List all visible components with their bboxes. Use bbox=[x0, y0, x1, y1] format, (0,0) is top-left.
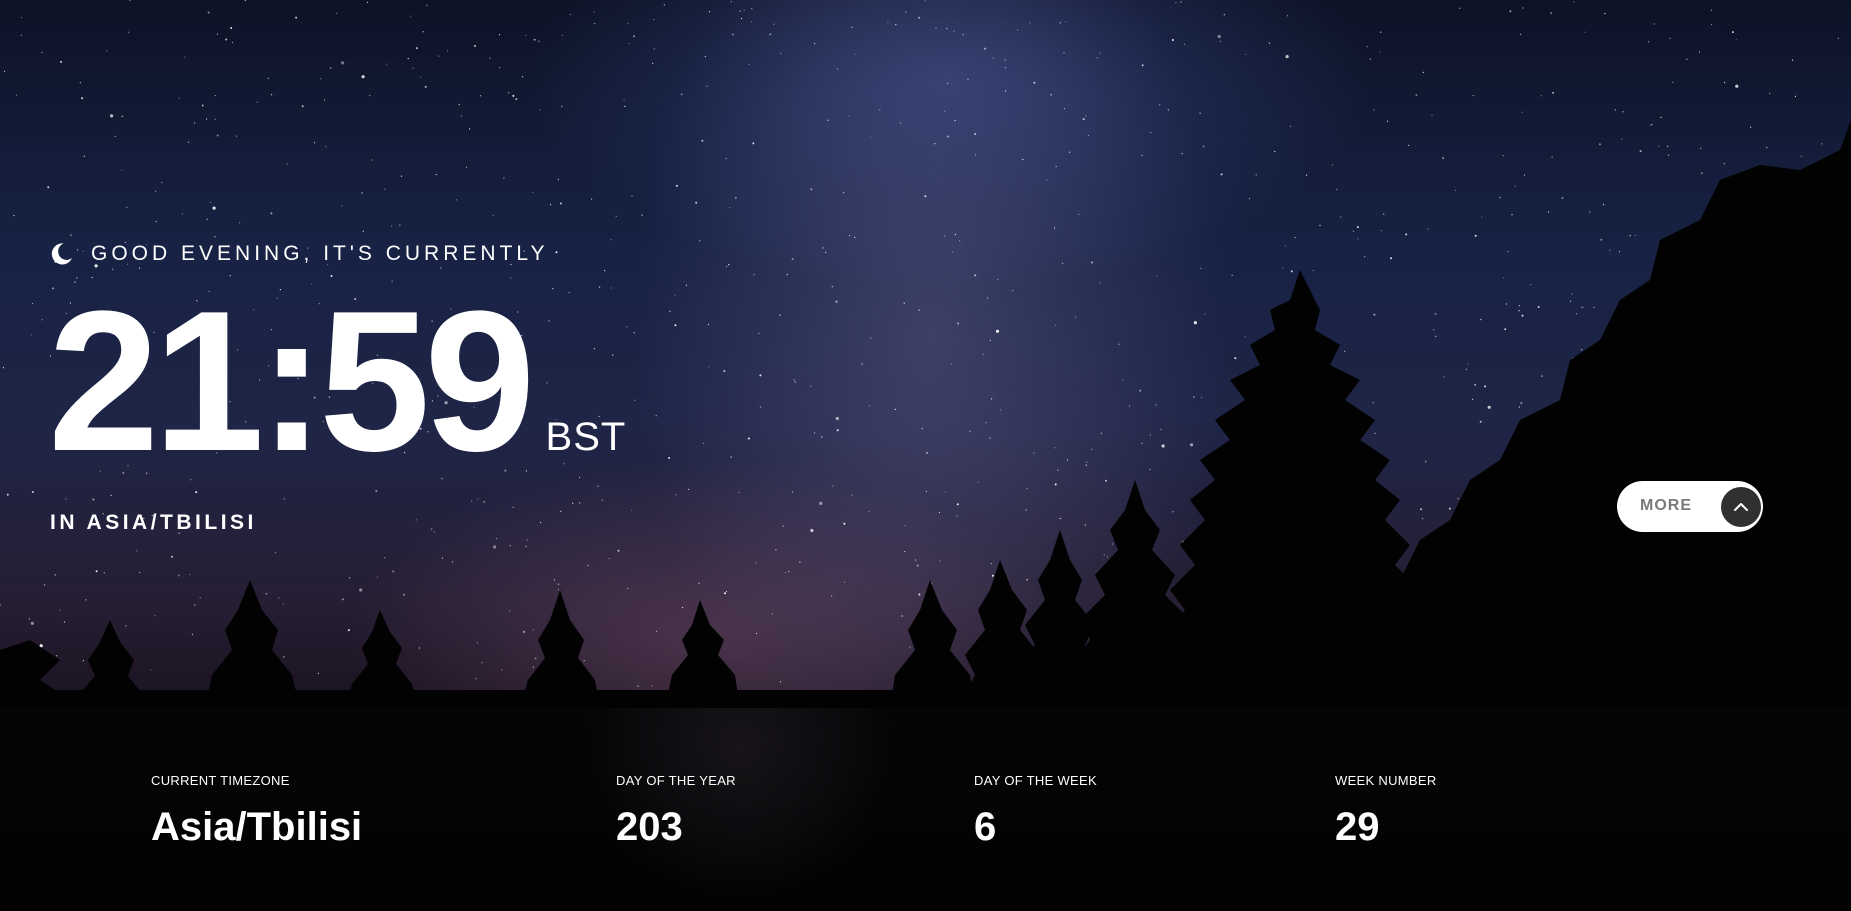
info-label: CURRENT TIMEZONE bbox=[151, 773, 290, 788]
clock: 21:59 BST bbox=[48, 282, 626, 482]
more-button[interactable]: MORE bbox=[1617, 481, 1763, 532]
info-week-number: WEEK NUMBER 29 bbox=[1335, 773, 1437, 850]
info-value: 29 bbox=[1335, 805, 1380, 849]
info-day-of-week: DAY OF THE WEEK 6 bbox=[974, 773, 1097, 850]
clock-time: 21:59 bbox=[48, 270, 536, 493]
clock-app: GOOD EVENING, IT'S CURRENTLY 21:59 BST I… bbox=[0, 0, 1851, 911]
greeting-text: GOOD EVENING, IT'S CURRENTLY bbox=[91, 242, 549, 265]
info-label: DAY OF THE YEAR bbox=[616, 773, 736, 788]
info-value: Asia/Tbilisi bbox=[151, 805, 363, 849]
info-label: WEEK NUMBER bbox=[1335, 773, 1437, 788]
info-current-timezone: CURRENT TIMEZONE Asia/Tbilisi bbox=[151, 773, 362, 850]
info-value: 6 bbox=[974, 805, 997, 849]
info-day-of-year: DAY OF THE YEAR 203 bbox=[616, 773, 736, 850]
moon-icon bbox=[49, 242, 73, 266]
info-label: DAY OF THE WEEK bbox=[974, 773, 1097, 788]
more-button-label: MORE bbox=[1640, 497, 1692, 514]
location-text: IN ASIA/TBILISI bbox=[50, 511, 257, 534]
info-panel: CURRENT TIMEZONE Asia/Tbilisi DAY OF THE… bbox=[0, 708, 1851, 911]
greeting: GOOD EVENING, IT'S CURRENTLY bbox=[49, 242, 549, 266]
timezone-abbreviation: BST bbox=[545, 415, 627, 459]
chevron-up-icon[interactable] bbox=[1721, 487, 1761, 527]
info-value: 203 bbox=[616, 805, 683, 849]
